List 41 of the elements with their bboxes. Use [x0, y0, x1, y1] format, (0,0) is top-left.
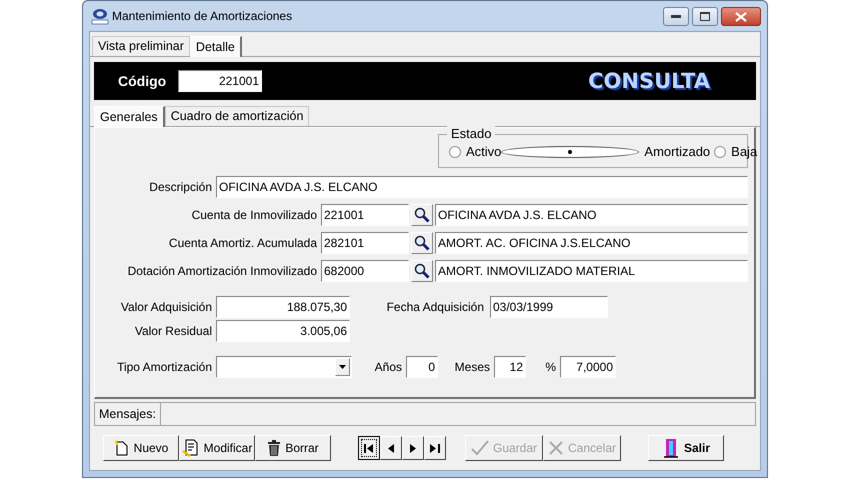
radio-option[interactable]: Baja [714, 144, 758, 159]
amount-field[interactable]: 188.075,30 [216, 296, 350, 318]
radio-option[interactable]: Activo [449, 144, 502, 159]
account-name-field[interactable]: OFICINA AVDA J.S. ELCANO [435, 204, 748, 226]
group-legend: Estado [447, 126, 496, 141]
field-label: % [544, 360, 556, 374]
tab[interactable]: Cuadro de amortización [164, 106, 310, 126]
exit-button[interactable]: Salir [648, 435, 724, 461]
radio-option[interactable]: Amortizado [501, 144, 710, 159]
account-name-field[interactable]: AMORT. AC. OFICINA J.S.ELCANO [435, 232, 748, 254]
months-field[interactable]: 12 [494, 356, 526, 378]
edit-button[interactable]: Modificar [179, 435, 255, 461]
description-field[interactable]: OFICINA AVDA J.S. ELCANO [216, 176, 748, 198]
date-field[interactable]: 03/03/1999 [490, 296, 608, 318]
field-label: Años [374, 360, 402, 374]
tab[interactable]: Generales [94, 106, 165, 127]
messages-label: Mensajes: [95, 403, 161, 425]
window-title: Mantenimiento de Amortizaciones [112, 9, 292, 23]
years-field[interactable]: 0 [406, 356, 438, 378]
code-label: Código [118, 73, 168, 89]
field-label: Valor Residual [134, 324, 212, 338]
field-label: Fecha Adquisición [386, 300, 484, 314]
delete-button[interactable]: Borrar [255, 435, 331, 461]
code-field[interactable]: 221001 [178, 70, 262, 92]
account-code-field[interactable]: 282101 [321, 232, 409, 254]
field-label: Valor Adquisición [120, 300, 212, 314]
field-label: Meses [454, 360, 490, 374]
tab[interactable]: Detalle [190, 36, 242, 57]
account-name-field[interactable]: AMORT. INMOVILIZADO MATERIAL [435, 260, 748, 282]
field-label: Cuenta de Inmovilizado [190, 208, 317, 222]
account-code-field[interactable]: 221001 [321, 204, 409, 226]
field-label: Tipo Amortización [116, 360, 212, 374]
percent-field[interactable]: 7,0000 [560, 356, 616, 378]
field-label: Descripción [148, 180, 212, 194]
field-label: Cuenta Amortiz. Acumulada [168, 236, 317, 250]
mode-title: CONSULTA [588, 69, 710, 93]
account-code-field[interactable]: 682000 [321, 260, 409, 282]
field-label: Dotación Amortización Inmovilizado [126, 264, 317, 278]
tab[interactable]: Vista preliminar [92, 36, 190, 56]
amount-field[interactable]: 3.005,06 [216, 320, 350, 342]
new-button[interactable]: Nuevo [103, 435, 179, 461]
